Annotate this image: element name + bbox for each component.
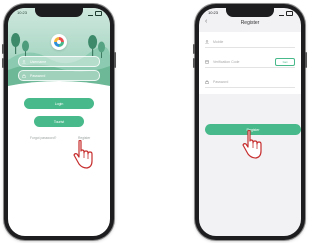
- password-placeholder: Password: [30, 73, 46, 78]
- back-icon[interactable]: ‹: [205, 18, 207, 25]
- username-input[interactable]: Username: [18, 56, 100, 67]
- send-code-button[interactable]: Get: [275, 58, 295, 66]
- hand-pointer-icon: [73, 140, 93, 169]
- login-screen: 10:23 Username Password Login Tourist Fo…: [8, 8, 110, 236]
- login-button[interactable]: Login: [24, 98, 94, 109]
- user-icon: [22, 59, 27, 64]
- register-title: Register: [240, 20, 260, 26]
- signal-icon: [279, 12, 284, 16]
- volume-down-button: [193, 58, 195, 68]
- lock-icon: [205, 79, 210, 84]
- power-button: [114, 52, 116, 68]
- volume-up-button: [193, 44, 195, 54]
- mobile-placeholder: Mobile: [213, 39, 224, 44]
- volume-down-button: [2, 58, 4, 68]
- forgot-password-link[interactable]: Forgot password?: [30, 136, 56, 140]
- signal-icon: [88, 12, 93, 16]
- lock-icon: [22, 73, 27, 78]
- status-bar: 10:23: [208, 10, 293, 17]
- verification-code-input[interactable]: Verification Code Get: [205, 56, 295, 68]
- status-time: 10:23: [208, 10, 219, 15]
- tourist-button[interactable]: Tourist: [34, 116, 84, 127]
- battery-icon: [286, 11, 293, 16]
- register-form: Mobile Verification Code Get Password: [199, 32, 301, 94]
- register-password-placeholder: Password: [213, 79, 229, 84]
- phone-login: 10:23 Username Password Login Tourist Fo…: [2, 4, 116, 240]
- register-password-input[interactable]: Password: [205, 76, 295, 88]
- user-icon: [205, 39, 210, 44]
- verification-code-placeholder: Verification Code: [213, 59, 240, 64]
- hand-pointer-icon: [242, 130, 262, 159]
- register-nav-bar: ‹ Register: [199, 17, 301, 29]
- message-icon: [205, 60, 210, 64]
- app-logo: [51, 34, 67, 50]
- mobile-input[interactable]: Mobile: [205, 36, 295, 48]
- power-button: [305, 52, 307, 68]
- status-time: 10:23: [17, 10, 28, 15]
- battery-icon: [95, 11, 102, 16]
- register-screen: 10:23 ‹ Register Mobile Verification Cod…: [199, 8, 301, 236]
- password-input[interactable]: Password: [18, 70, 100, 81]
- username-placeholder: Username: [30, 59, 47, 64]
- status-bar: 10:23: [17, 10, 102, 17]
- phone-register: 10:23 ‹ Register Mobile Verification Cod…: [193, 4, 307, 240]
- volume-up-button: [2, 44, 4, 54]
